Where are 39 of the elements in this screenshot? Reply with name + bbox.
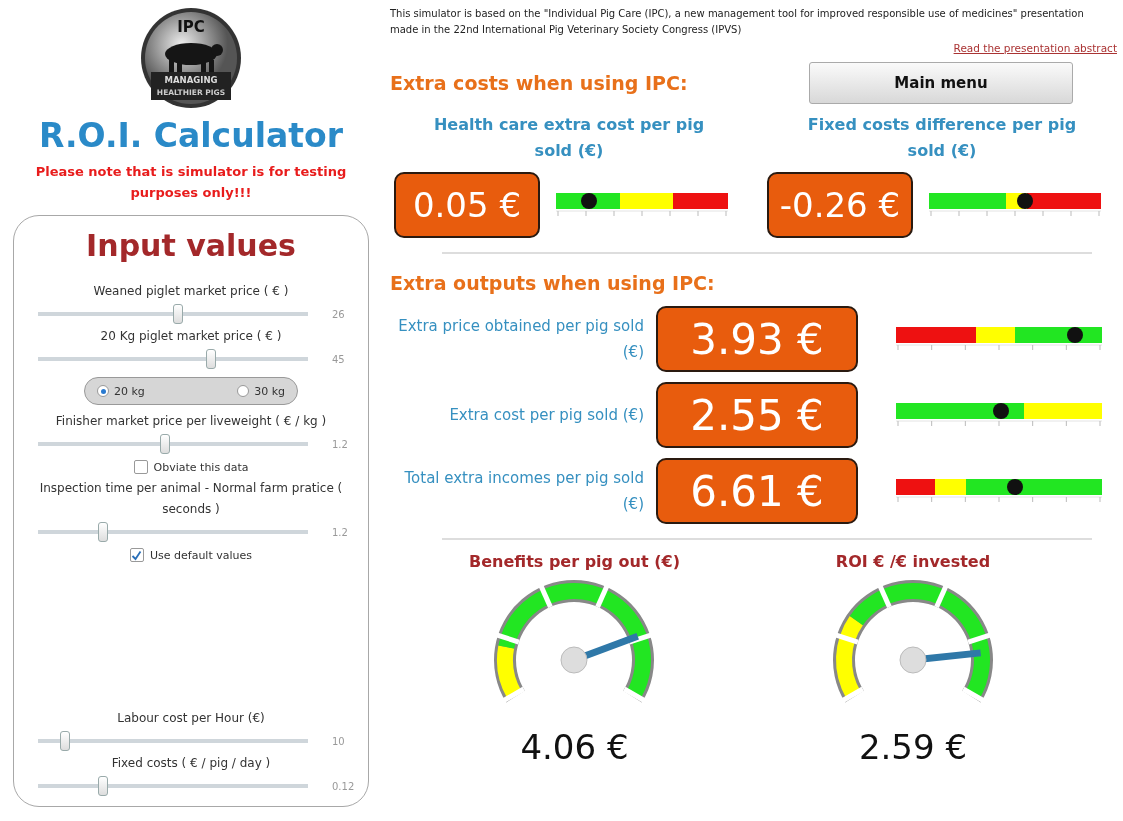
gauge-title: ROI € /€ invested <box>835 552 991 571</box>
slider-label: Labour cost per Hour (€) <box>116 710 266 727</box>
output-label: Extra cost per pig sold (€) <box>448 405 644 426</box>
section-heading: Extra costs when using IPC: <box>390 72 688 94</box>
output-label: Extra price obtained per pig sold (€) <box>397 316 644 363</box>
main-menu-button[interactable]: Main menu <box>809 62 1073 104</box>
radio-label: 30 kg <box>254 384 285 398</box>
gauge-value: 4.06 € <box>520 727 629 767</box>
cost-value: 0.05 € <box>394 172 540 238</box>
testing-note: Please note that is simulator is for testing purposes only!!! <box>34 163 348 202</box>
section-heading: Extra outputs when using IPC: <box>390 272 716 294</box>
checkbox-label: Use default values <box>150 548 252 562</box>
output-value: 3.93 € <box>656 306 858 372</box>
output-value: 2.55 € <box>656 382 858 448</box>
radio-button[interactable] <box>97 385 109 397</box>
checkbox[interactable] <box>130 548 144 562</box>
slider-label: Inspection time per animal - Normal farm pratice ( seconds ) <box>38 480 344 518</box>
radio-label: 20 kg <box>114 384 145 398</box>
slider-label: Weaned piglet market price ( € ) <box>92 283 290 300</box>
slider-label: Fixed costs ( € / pig / day ) <box>110 755 272 772</box>
slider-label: Finisher market price per liveweight ( € / kg ) <box>54 413 328 430</box>
checkbox[interactable] <box>133 460 148 474</box>
intro-text: This simulator is based on the "Individual Pig Care (IPC), a new management tool for improved responsible use of medicines" presentation made in the 22nd International Pig Veterinary Society Congress (IPVS) <box>390 7 1085 37</box>
gauge-value: 2.59 € <box>858 727 968 767</box>
check-icon <box>131 549 143 561</box>
cost-title: Fixed costs difference per pig sold (€) <box>806 114 1078 162</box>
radio-button[interactable] <box>237 385 250 397</box>
panel-title: Input values <box>86 228 296 263</box>
app-title: R.O.I. Calculator <box>39 116 343 155</box>
checkbox-label: Obviate this data <box>153 460 249 474</box>
slider-label: 20 Kg piglet market price ( € ) <box>99 328 283 345</box>
slider-value: 10 <box>332 735 345 747</box>
slider-value: 45 <box>332 353 345 365</box>
output-label: Total extra incomes per pig sold (€) <box>403 468 644 515</box>
abstract-link[interactable]: Read the presentation abstract <box>953 42 1117 54</box>
cost-title: Health care extra cost per pig sold (€) <box>432 114 706 162</box>
cost-value: -0.26 € <box>767 172 913 238</box>
gauge-title: Benefits per pig out (€) <box>469 552 680 571</box>
output-value: 6.61 € <box>656 458 858 524</box>
